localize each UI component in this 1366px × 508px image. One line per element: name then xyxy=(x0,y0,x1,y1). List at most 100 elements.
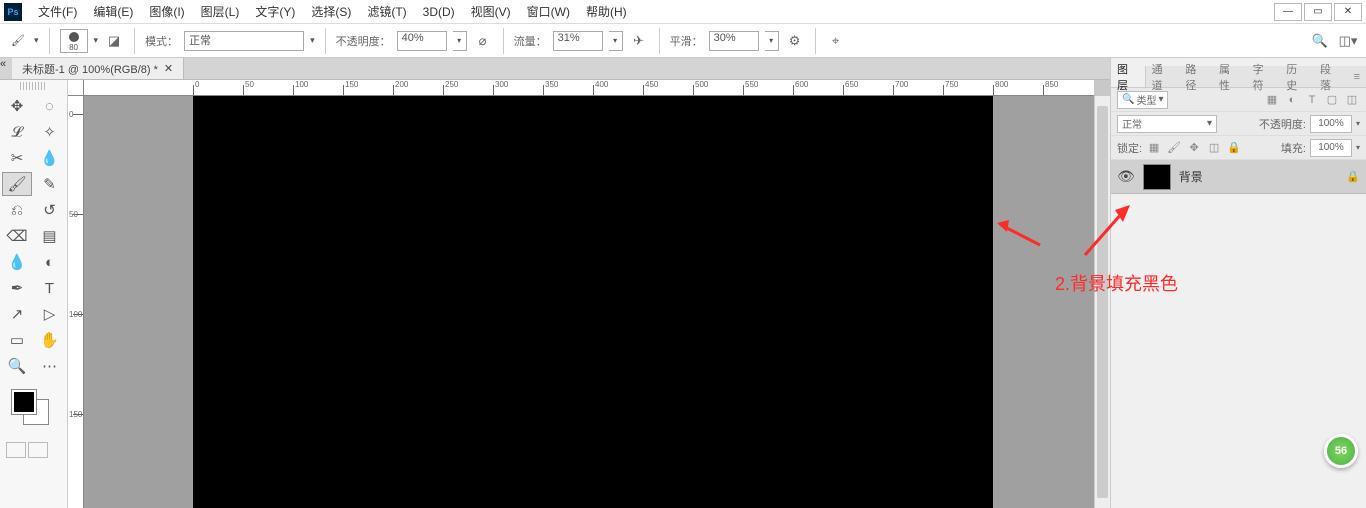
gear-icon[interactable]: ⚙ xyxy=(785,31,805,51)
smooth-input[interactable]: 30% xyxy=(709,31,759,51)
pressure-opacity-icon[interactable]: ⌀ xyxy=(473,31,493,51)
smooth-label: 平滑： xyxy=(670,33,703,49)
filter-type-icon[interactable]: T xyxy=(1304,92,1320,108)
brush-tool[interactable]: 🖌 xyxy=(2,172,32,196)
menu-file[interactable]: 文件(F) xyxy=(30,3,85,20)
eyedropper-tool[interactable]: 💧 xyxy=(35,146,65,170)
visibility-icon[interactable]: 👁 xyxy=(1117,168,1135,185)
opacity-label: 不透明度： xyxy=(336,33,391,49)
menu-3d[interactable]: 3D(D) xyxy=(415,5,463,19)
color-swatches[interactable] xyxy=(8,390,59,430)
crop-tool[interactable]: ✂ xyxy=(2,146,32,170)
menu-window[interactable]: 窗口(W) xyxy=(519,3,578,20)
dodge-tool[interactable]: ◐ xyxy=(35,250,65,274)
magic-wand-tool[interactable]: ✧ xyxy=(35,120,65,144)
layer-thumbnail[interactable] xyxy=(1143,164,1171,190)
rectangle-tool[interactable]: ▭ xyxy=(2,328,32,352)
filter-smart-icon[interactable]: ◫ xyxy=(1344,92,1360,108)
lasso-tool[interactable]: 𝓛 xyxy=(2,120,32,144)
tab-properties[interactable]: 属性 xyxy=(1213,66,1247,87)
layer-name[interactable]: 背景 xyxy=(1179,168,1203,185)
document-canvas[interactable] xyxy=(193,96,993,508)
type-tool[interactable]: T xyxy=(35,276,65,300)
opacity-input[interactable]: 40% xyxy=(397,31,447,51)
menu-image[interactable]: 图像(I) xyxy=(141,3,192,20)
minimize-button[interactable]: — xyxy=(1274,3,1302,21)
pencil-tool[interactable]: ✎ xyxy=(35,172,65,196)
mode-label: 模式： xyxy=(145,33,178,49)
search-icon[interactable]: 🔍 xyxy=(1310,31,1330,51)
lock-pixels-icon[interactable]: ▦ xyxy=(1146,140,1162,156)
lock-position-icon[interactable]: ✥ xyxy=(1186,140,1202,156)
screenmode-button[interactable] xyxy=(28,442,48,458)
panel-menu-icon[interactable]: ≡ xyxy=(1348,71,1366,83)
tab-channels[interactable]: 通道 xyxy=(1146,66,1180,87)
direct-select-tool[interactable]: ▷ xyxy=(35,302,65,326)
canvas-viewport[interactable] xyxy=(84,96,1094,508)
tab-layers[interactable]: 图层 xyxy=(1111,66,1146,87)
history-brush-tool[interactable]: ↺ xyxy=(35,198,65,222)
zoom-tool[interactable]: 🔍 xyxy=(2,354,32,378)
symmetry-icon[interactable]: ⌖ xyxy=(826,31,846,51)
filter-adjust-icon[interactable]: ◐ xyxy=(1284,92,1300,108)
flow-input[interactable]: 31% xyxy=(553,31,603,51)
maximize-button[interactable]: ▭ xyxy=(1304,3,1332,21)
layer-blend-row: 正常 ▾ 不透明度: 100% ▾ xyxy=(1111,112,1366,136)
tab-collapse-icon[interactable]: « xyxy=(0,58,12,79)
pen-tool[interactable]: ✒ xyxy=(2,276,32,300)
quickmask-button[interactable] xyxy=(6,442,26,458)
status-badge: 56 xyxy=(1324,434,1358,468)
lock-paint-icon[interactable]: 🖌 xyxy=(1166,140,1182,156)
menu-edit[interactable]: 编辑(E) xyxy=(85,3,141,20)
menu-type[interactable]: 文字(Y) xyxy=(247,3,303,20)
ruler-origin[interactable] xyxy=(68,80,84,96)
blur-tool[interactable]: 💧 xyxy=(2,250,32,274)
close-tab-icon[interactable]: ✕ xyxy=(164,62,173,75)
tab-character[interactable]: 字符 xyxy=(1247,66,1281,87)
tab-paths[interactable]: 路径 xyxy=(1179,66,1213,87)
layer-opacity-value[interactable]: 100% xyxy=(1310,115,1352,133)
vertical-scrollbar[interactable] xyxy=(1094,96,1110,508)
opacity-dropdown[interactable]: ▾ xyxy=(453,31,467,51)
filter-pixel-icon[interactable]: ▦ xyxy=(1264,92,1280,108)
layer-filter-select[interactable]: 🔍 类型 ▾ xyxy=(1117,91,1168,109)
gradient-tool[interactable]: ▤ xyxy=(35,224,65,248)
smooth-dropdown[interactable]: ▾ xyxy=(765,31,779,51)
blend-mode-select[interactable]: 正常 xyxy=(184,31,304,51)
fill-value[interactable]: 100% xyxy=(1310,139,1352,157)
eraser-tool[interactable]: ⌫ xyxy=(2,224,32,248)
layer-blend-select[interactable]: 正常 ▾ xyxy=(1117,115,1217,133)
vertical-ruler[interactable]: 050100150200 xyxy=(68,96,84,508)
filter-shape-icon[interactable]: ▢ xyxy=(1324,92,1340,108)
brush-panel-icon[interactable]: ◪ xyxy=(104,31,124,51)
menu-view[interactable]: 视图(V) xyxy=(463,3,519,20)
document-tab-title: 未标题-1 @ 100%(RGB/8) * xyxy=(22,61,158,77)
extra-tool[interactable]: ⋯ xyxy=(35,354,65,378)
menu-filter[interactable]: 滤镜(T) xyxy=(359,3,414,20)
lock-artboard-icon[interactable]: ◫ xyxy=(1206,140,1222,156)
canvas-area: 0501001502002503003504004505005506006507… xyxy=(68,80,1110,508)
document-tab[interactable]: 未标题-1 @ 100%(RGB/8) * ✕ xyxy=(12,58,184,79)
menu-select[interactable]: 选择(S) xyxy=(303,3,359,20)
horizontal-ruler[interactable]: 0501001502002503003504004505005506006507… xyxy=(84,80,1094,96)
tab-paragraph[interactable]: 段落 xyxy=(1314,66,1348,87)
move-tool[interactable]: ✥ xyxy=(2,94,32,118)
foreground-color-swatch[interactable] xyxy=(12,390,36,414)
brush-preset-picker[interactable]: 80 xyxy=(60,29,88,53)
flow-label: 流量： xyxy=(514,33,547,49)
hand-tool[interactable]: ✋ xyxy=(35,328,65,352)
airbrush-icon[interactable]: ✈ xyxy=(629,31,649,51)
workspace-icon[interactable]: ◫▾ xyxy=(1338,31,1358,51)
marquee-tool[interactable]: ◌ xyxy=(35,94,65,118)
fill-label: 填充: xyxy=(1281,140,1306,156)
path-tool[interactable]: ↗ xyxy=(2,302,32,326)
menu-layer[interactable]: 图层(L) xyxy=(193,3,248,20)
clone-stamp-tool[interactable]: ⎌ xyxy=(2,198,32,222)
flow-dropdown[interactable]: ▾ xyxy=(609,31,623,51)
tab-history[interactable]: 历史 xyxy=(1280,66,1314,87)
menu-help[interactable]: 帮助(H) xyxy=(578,3,635,20)
brush-tool-icon[interactable]: 🖌 xyxy=(8,31,28,51)
lock-all-icon[interactable]: 🔒 xyxy=(1226,140,1242,156)
close-button[interactable]: ✕ xyxy=(1334,3,1362,21)
layer-row-background[interactable]: 👁 背景 🔒 xyxy=(1111,160,1366,194)
